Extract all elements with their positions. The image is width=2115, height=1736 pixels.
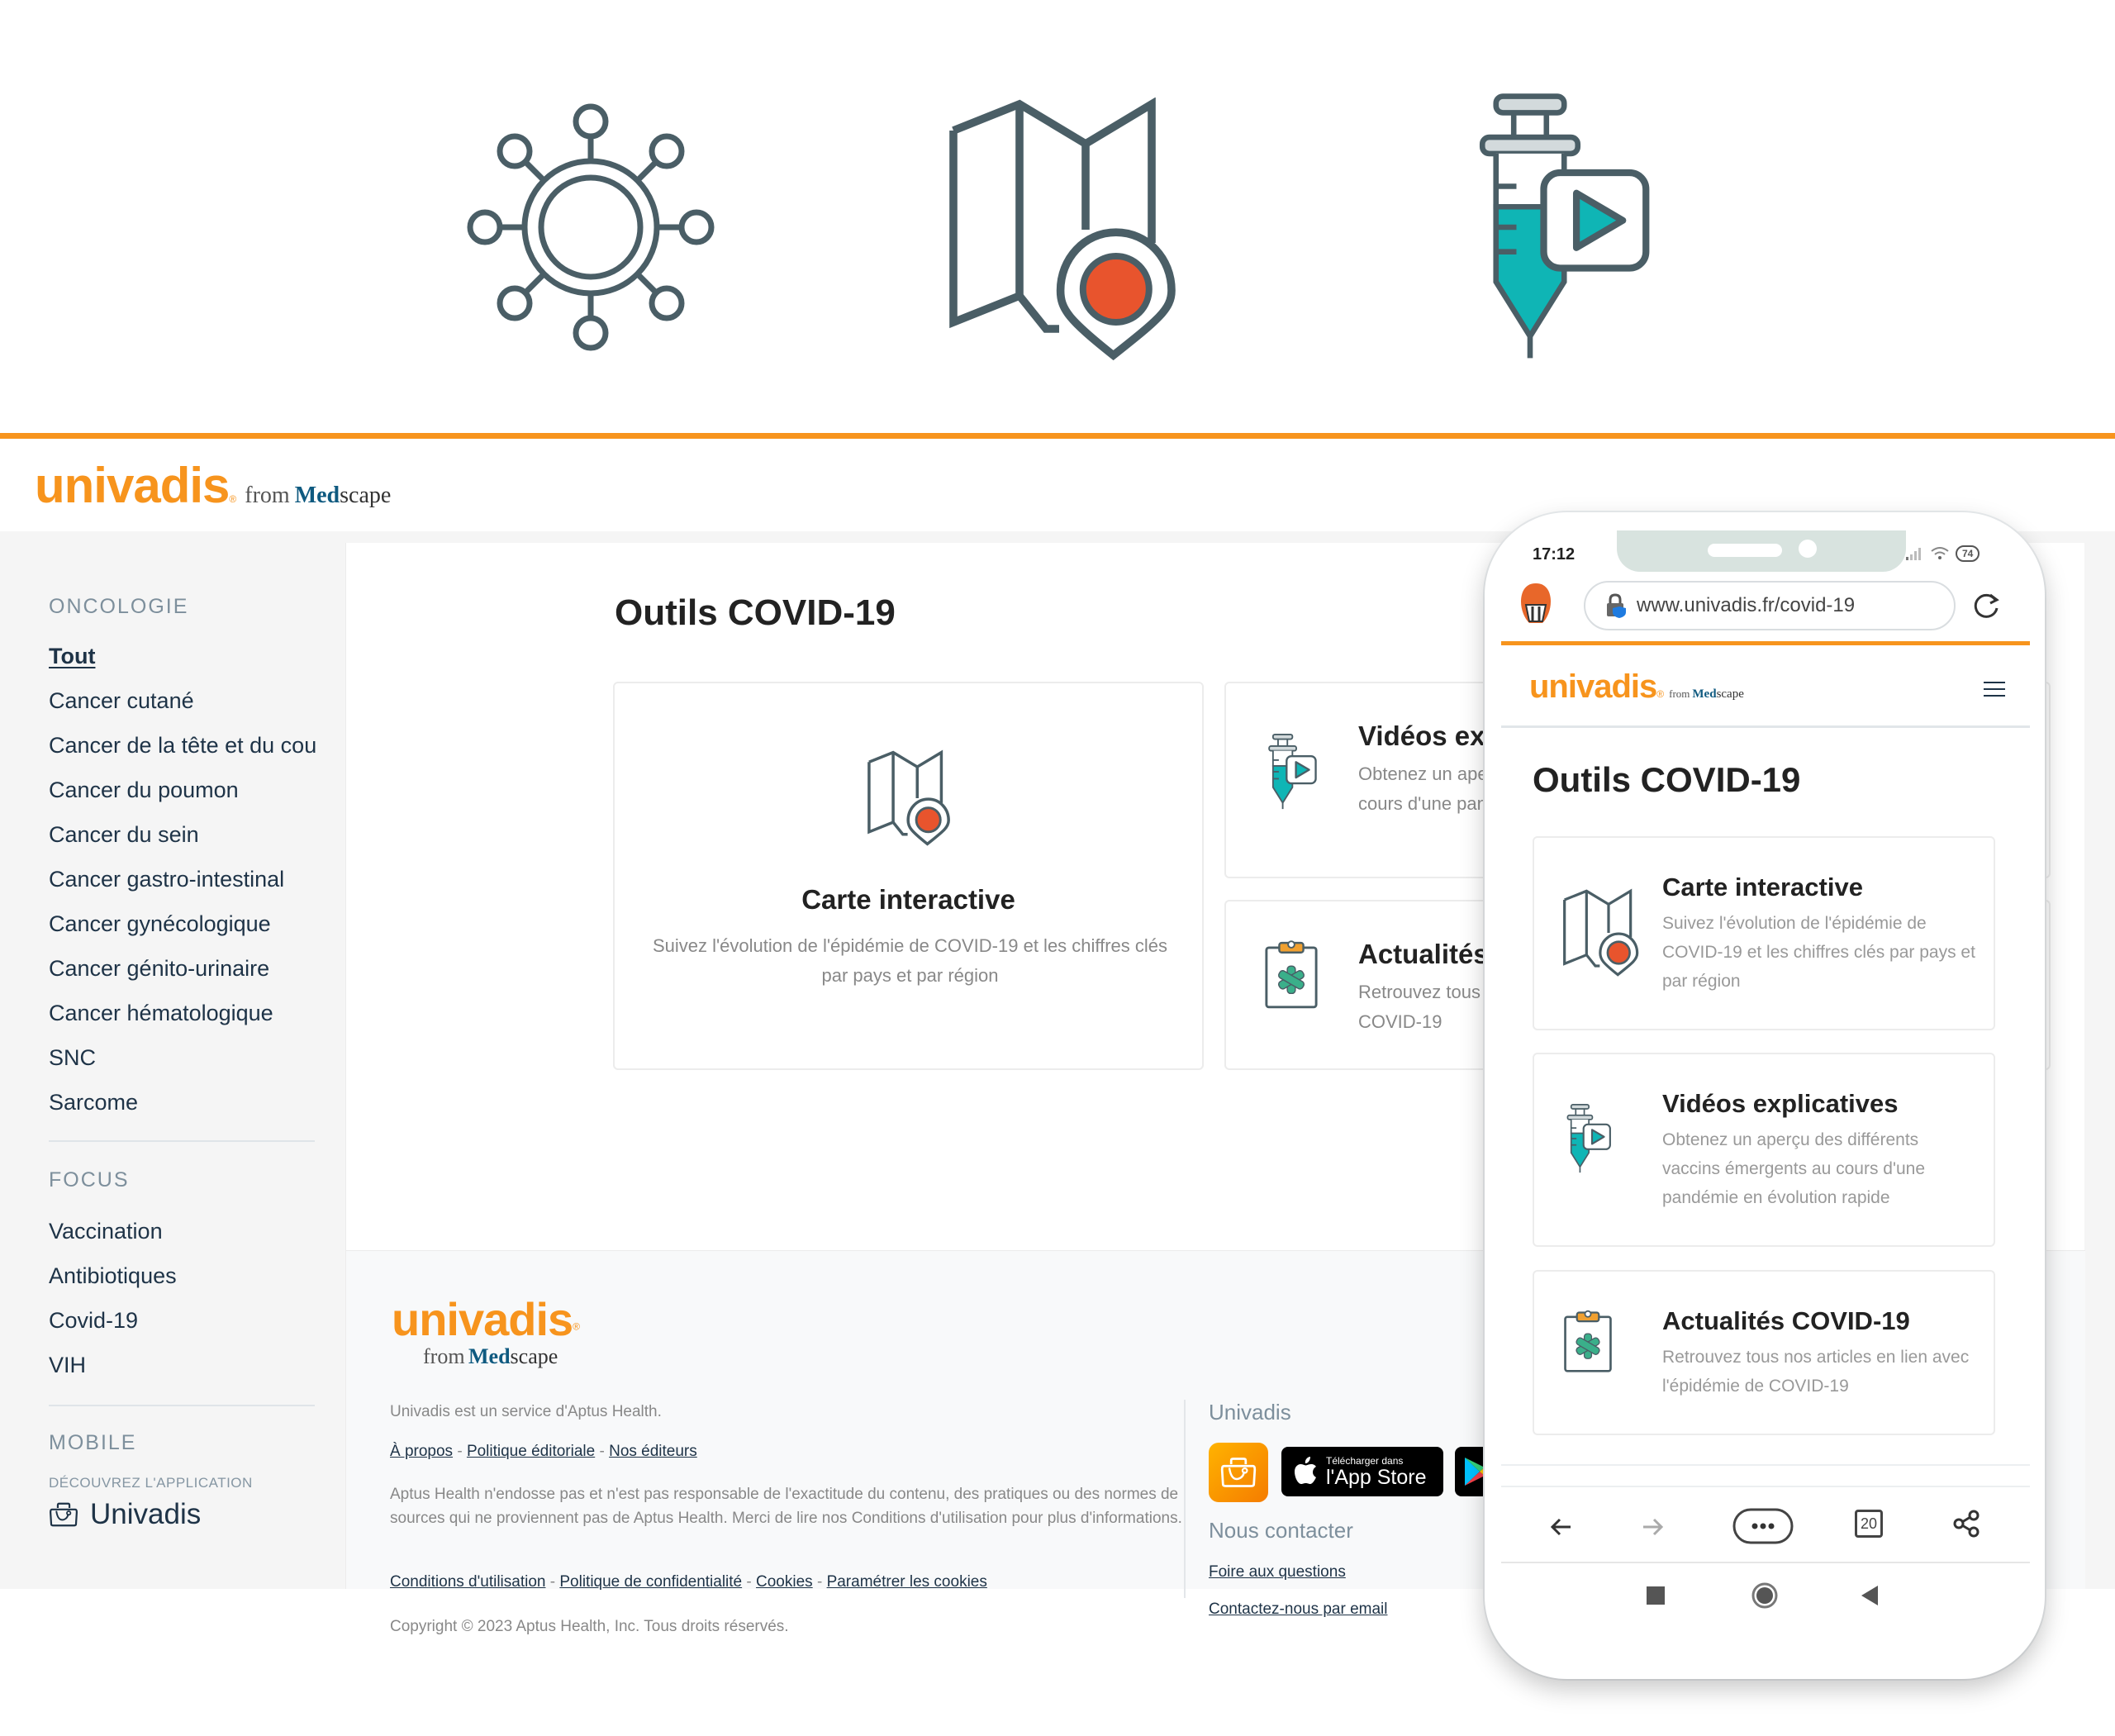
sidebar-item-oncology[interactable]: Cancer gynécologique: [49, 911, 271, 937]
sidebar-item-oncology[interactable]: Cancer génito-urinaire: [49, 956, 269, 982]
virus-icon: [467, 103, 715, 351]
footer-service-text: Univadis est un service d'Aptus Health.: [390, 1403, 662, 1420]
url-text: www.univadis.fr/covid-19: [1637, 594, 1856, 616]
map-pin-icon: [942, 98, 1190, 362]
cookies-link[interactable]: Cookies: [756, 1573, 813, 1591]
card-title: Carte interactive: [801, 884, 1015, 915]
faq-link[interactable]: Foire aux questions: [1209, 1563, 1346, 1581]
clipboard-medical-icon: [1562, 1306, 1614, 1376]
hamburger-menu-icon[interactable]: [1984, 682, 2005, 702]
footer-contact-heading: Nous contacter: [1209, 1518, 1353, 1543]
sidebar-item-oncology[interactable]: Cancer hématologique: [49, 1001, 273, 1026]
editorial-policy-link[interactable]: Politique éditoriale: [467, 1443, 595, 1460]
status-icons: 74: [1906, 545, 1980, 562]
terms-link[interactable]: Conditions d'utilisation: [390, 1573, 545, 1591]
sidebar-item-oncology[interactable]: Cancer gastro-intestinal: [49, 867, 284, 892]
footer-logo[interactable]: univadis® from Medscape: [392, 1292, 580, 1369]
sidebar: ONCOLOGIE Tout Cancer cutané Cancer de la …: [0, 531, 345, 1589]
back-arrow-icon[interactable]: [1549, 1515, 1574, 1543]
footer-links-primary: À propos - Politique éditoriale - Nos éd…: [390, 1443, 697, 1460]
url-bar[interactable]: www.univadis.fr/covid-19: [1584, 581, 1956, 630]
sidebar-item-oncology[interactable]: Cancer du poumon: [49, 778, 239, 803]
email-contact-link[interactable]: Contactez-nous par email: [1209, 1600, 1388, 1619]
page-title: Outils COVID-19: [615, 592, 896, 633]
univadis-app-icon[interactable]: [1209, 1443, 1268, 1502]
battery-indicator: 74: [1956, 545, 1980, 562]
syringe-video-icon: [1263, 733, 1318, 811]
card-description: Suivez l'évolution de l'épidémie de COVI…: [1662, 914, 1975, 991]
sidebar-app-subtitle: DÉCOUVREZ L'APPLICATION: [49, 1475, 253, 1491]
wifi-icon: [1931, 547, 1949, 559]
phone-notch: [1617, 530, 1906, 572]
sidebar-item-oncology[interactable]: Sarcome: [49, 1090, 138, 1115]
phone-card-videos[interactable]: Vidéos explicatives Obtenez un aperçu de…: [1533, 1053, 1995, 1247]
forward-arrow-icon[interactable]: [1640, 1515, 1665, 1543]
footer-links-legal: Conditions d'utilisation - Politique de …: [390, 1573, 987, 1591]
signal-icon: [1906, 548, 1921, 560]
share-icon[interactable]: [1952, 1510, 1980, 1542]
app-store-button[interactable]: Télécharger dans l'App Store: [1281, 1447, 1443, 1496]
syringe-video-icon: [1458, 91, 1656, 364]
divider: [1501, 1464, 2030, 1466]
sidebar-app-link[interactable]: Univadis: [49, 1498, 201, 1531]
divider: [1501, 1562, 2030, 1563]
syringe-video-icon: [1562, 1102, 1612, 1175]
sidebar-heading-focus: FOCUS: [49, 1168, 130, 1191]
card-interactive-map[interactable]: Carte interactive Suivez l'évolution de …: [613, 682, 1204, 1070]
sidebar-item-oncology[interactable]: Cancer de la tête et du cou: [49, 733, 316, 759]
back-nav-button[interactable]: [1860, 1585, 1880, 1610]
card-title: Carte interactive: [1662, 873, 1863, 901]
lock-shield-icon: [1607, 593, 1626, 618]
phone-card-interactive-map[interactable]: Carte interactive Suivez l'évolution de …: [1533, 836, 1995, 1030]
phone-page-title: Outils COVID-19: [1533, 760, 1801, 799]
map-pin-icon: [1562, 887, 1642, 978]
cookie-settings-link[interactable]: Paramétrer les cookies: [827, 1573, 987, 1591]
phone-card-covid-news[interactable]: Actualités COVID-19 Retrouvez tous nos a…: [1533, 1270, 1995, 1435]
editors-link[interactable]: Nos éditeurs: [609, 1443, 697, 1460]
sidebar-heading-mobile: MOBILE: [49, 1431, 137, 1454]
card-description: Obtenez un aperçu des différents vaccins…: [1662, 1130, 1926, 1207]
sidebar-item-focus[interactable]: Antibiotiques: [49, 1263, 177, 1289]
card-description: Suivez l'évolution de l'épidémie de COVI…: [652, 935, 1168, 986]
sidebar-item-focus[interactable]: Vaccination: [49, 1219, 163, 1244]
sidebar-item-oncology[interactable]: Tout: [49, 644, 95, 669]
sidebar-app-label: Univadis: [90, 1498, 202, 1530]
orange-divider: [0, 433, 2115, 439]
about-link[interactable]: À propos: [390, 1443, 453, 1460]
univadis-logo[interactable]: univadis ® from Med scape: [35, 457, 391, 514]
sidebar-heading-oncology: ONCOLOGIE: [49, 595, 189, 618]
recent-apps-button[interactable]: [1647, 1586, 1665, 1605]
tab-count: 20: [1855, 1510, 1883, 1538]
sidebar-item-oncology[interactable]: Cancer du sein: [49, 822, 199, 848]
footer-app-heading: Univadis: [1209, 1400, 1291, 1424]
phone-mockup: 17:12 74 www.univadis.fr/covid-19 univad…: [1485, 512, 2045, 1679]
card-title: Vidéos explicatives: [1662, 1089, 1899, 1118]
card-description: Retrouvez tous nos articles en lien avec…: [1662, 1348, 1970, 1396]
map-pin-icon: [867, 749, 953, 847]
card-title: Actualités COVID-19: [1662, 1306, 1910, 1335]
footer-copyright: Copyright © 2023 Aptus Health, Inc. Tous…: [390, 1618, 789, 1635]
apple-icon: [1295, 1457, 1316, 1484]
status-time: 17:12: [1533, 545, 1576, 564]
tabs-counter-button[interactable]: 20: [1855, 1510, 1883, 1538]
phone-site-header: univadis ® from Med scape: [1501, 645, 2030, 728]
divider: [1501, 1486, 2030, 1487]
browser-logo-icon[interactable]: [1518, 582, 1554, 629]
browser-toolbar: 20: [1501, 1500, 2030, 1566]
sidebar-item-oncology[interactable]: SNC: [49, 1045, 96, 1071]
sidebar-item-focus[interactable]: Covid-19: [49, 1308, 138, 1334]
privacy-link[interactable]: Politique de confidentialité: [559, 1573, 742, 1591]
medical-bag-icon: [1220, 1457, 1257, 1488]
more-options-button[interactable]: [1732, 1508, 1794, 1548]
sidebar-item-oncology[interactable]: Cancer cutané: [49, 688, 194, 714]
phone-univadis-logo[interactable]: univadis ® from Med scape: [1529, 668, 1744, 706]
footer-disclaimer: Aptus Health n'endosse pas et n'est pas …: [390, 1486, 1182, 1527]
sidebar-item-focus[interactable]: VIH: [49, 1353, 86, 1378]
sidebar-divider: [49, 1140, 315, 1142]
reload-icon[interactable]: [1972, 592, 2000, 624]
home-button[interactable]: [1751, 1581, 1779, 1614]
sidebar-divider: [49, 1405, 315, 1406]
clipboard-medical-icon: [1263, 938, 1319, 1011]
medical-bag-icon: [49, 1502, 78, 1527]
